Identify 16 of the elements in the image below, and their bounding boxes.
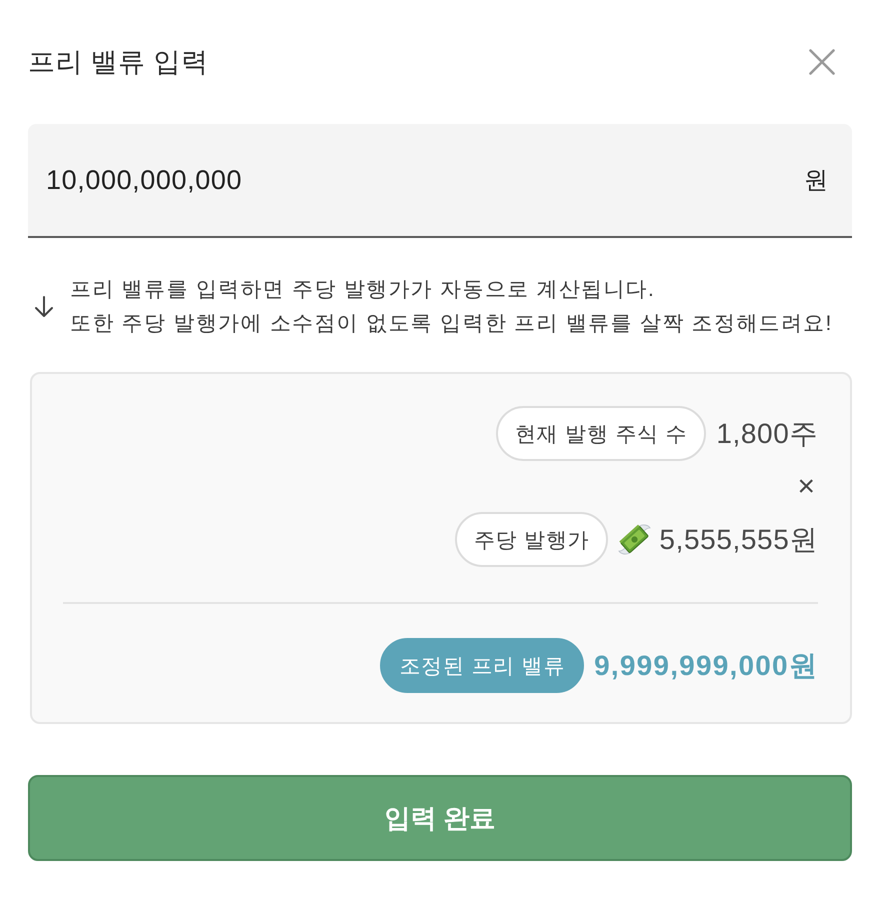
label-badge: 현재 발행 주식 수: [496, 406, 706, 461]
dialog-title: 프리 밸류 입력: [28, 46, 208, 79]
value-text: 5,555,555원: [659, 522, 818, 556]
amount-input[interactable]: 10,000,000,000: [46, 164, 804, 196]
close-icon: [809, 49, 835, 75]
label-badge: 주당 발행가: [454, 512, 608, 567]
arrow-down-icon: [34, 296, 54, 318]
amount-field[interactable]: 10,000,000,000 원: [28, 124, 852, 238]
hint-text: 또한 주당 발행가에 소수점이 없도록 입력한 프리 밸류를 살짝 조정해드려요!: [70, 311, 833, 337]
currency-unit: 원: [804, 166, 828, 196]
result-label-badge: 조정된 프리 밸류: [380, 638, 584, 693]
result-value: 9,999,999,000원: [594, 648, 818, 682]
multiply-sign: ×: [797, 472, 816, 502]
close-button[interactable]: [809, 49, 835, 75]
hint-text: 프리 밸류를 입력하면 주당 발행가가 자동으로 계산됩니다.: [70, 277, 656, 303]
value-text: 1,800주: [716, 416, 818, 450]
